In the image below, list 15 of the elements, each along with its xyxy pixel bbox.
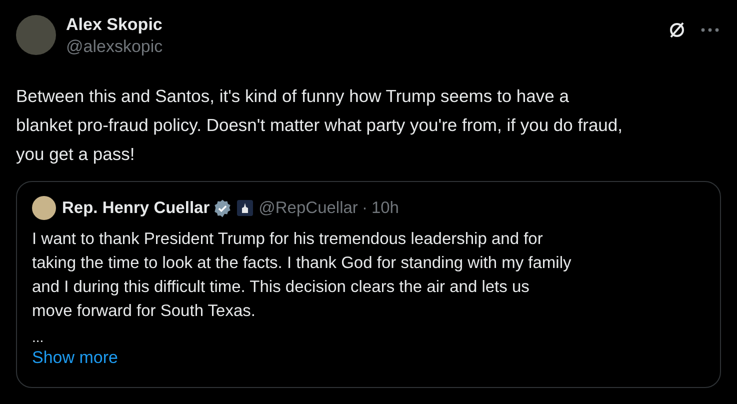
more-icon[interactable] <box>701 28 719 32</box>
separator-dot: · <box>362 198 368 219</box>
slashed-circle-icon[interactable] <box>667 20 687 40</box>
show-more-link[interactable]: Show more <box>32 344 705 371</box>
quoted-post-text: I want to thank President Trump for his tremendous leadership and for taking the time to look at the facts. I thank God for standing with my family and I during this difficult time. This decision clears the air and lets us move forward for South Texas. <box>32 228 572 322</box>
quote-avatar[interactable] <box>32 196 56 220</box>
post-time[interactable]: 10h <box>371 196 399 221</box>
quote-author-name[interactable]: Rep. Henry Cuellar <box>62 196 210 221</box>
government-building-icon <box>236 200 253 216</box>
quoted-post-card[interactable] <box>16 181 721 388</box>
quote-author-handle[interactable]: @RepCuellar <box>258 196 358 221</box>
author-handle[interactable]: @alexskopic <box>66 36 163 58</box>
author-name[interactable]: Alex Skopic <box>66 14 163 36</box>
post-text: Between this and Santos, it's kind of funny how Trump seems to have a blanket pro-fraud policy. Doesn't matter what party you're from, if you do fraud, you get a pass! <box>16 85 624 166</box>
truncation-ellipsis: ... <box>32 328 45 345</box>
